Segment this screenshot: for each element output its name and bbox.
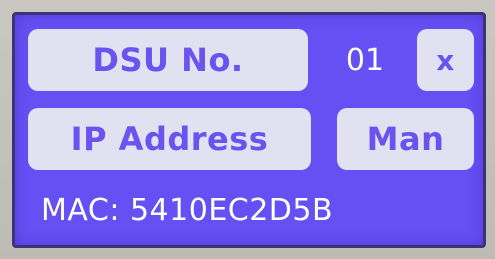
mac-address-text: MAC: 5410EC2D5B	[41, 192, 334, 228]
ip-address-button[interactable]: IP Address	[28, 108, 311, 170]
mode-toggle-button[interactable]: Man	[337, 108, 474, 170]
lcd-screen: DSU No. 01 x IP Address Man MAC: 5410EC2…	[12, 12, 486, 248]
close-icon: x	[436, 43, 455, 77]
dsu-number-button[interactable]: DSU No.	[28, 29, 308, 91]
dsu-number-label: DSU No.	[92, 41, 244, 79]
mode-label: Man	[366, 120, 445, 158]
ip-address-label: IP Address	[70, 120, 269, 158]
device-bezel: DSU No. 01 x IP Address Man MAC: 5410EC2…	[0, 0, 495, 259]
dsu-number-value: 01	[345, 42, 385, 78]
close-button[interactable]: x	[417, 29, 474, 91]
